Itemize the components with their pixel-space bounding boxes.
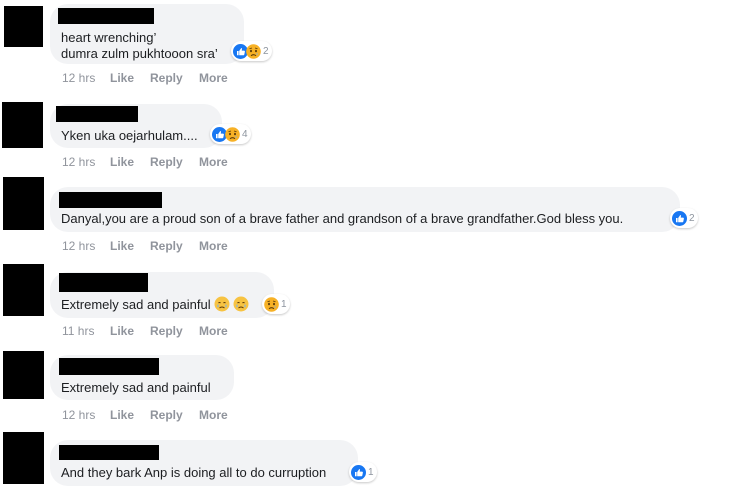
- comment-text: Extremely sad and painful: [61, 297, 211, 312]
- comment-bubble: And they bark Anp is doing all to do cur…: [50, 440, 358, 486]
- redacted-author-name[interactable]: [59, 273, 148, 292]
- redacted-author-name[interactable]: [59, 358, 159, 375]
- like-button[interactable]: Like: [110, 71, 134, 85]
- reaction-summary[interactable]: 2: [231, 41, 272, 61]
- comment-bubble: Yken uka oejarhulam....: [50, 104, 222, 148]
- comment-text-line-2: dumra zulm pukhtooon sra’: [61, 46, 218, 61]
- comment-text-line-1: Danyal,you are a proud son of a brave fa…: [61, 211, 624, 226]
- timestamp[interactable]: 11 hrs: [62, 324, 94, 338]
- sad-icon: [264, 296, 279, 312]
- avatar[interactable]: [3, 351, 44, 399]
- timestamp[interactable]: 12 hrs: [62, 408, 95, 422]
- reaction-summary[interactable]: 4: [210, 124, 251, 144]
- comment-bubble: Danyal,you are a proud son of a brave fa…: [50, 187, 680, 232]
- reply-button[interactable]: Reply: [150, 324, 183, 338]
- reaction-count: 2: [263, 45, 269, 57]
- more-button[interactable]: More: [199, 155, 228, 169]
- reply-button[interactable]: Reply: [150, 408, 183, 422]
- reaction-count: 2: [689, 212, 695, 224]
- redacted-author-name[interactable]: [58, 8, 154, 24]
- reply-button[interactable]: Reply: [150, 239, 183, 253]
- like-button[interactable]: Like: [110, 324, 134, 338]
- comment-bubble: Extremely sad and painful: [50, 355, 234, 400]
- reaction-count: 4: [242, 128, 248, 140]
- crying-face-icon: [213, 296, 230, 312]
- comment-bubble: heart wrenching’ dumra zulm pukhtooon sr…: [50, 4, 244, 64]
- comment-text-line-1: Extremely sad and painful: [61, 296, 249, 313]
- crying-face-icon: [232, 296, 249, 312]
- like-button[interactable]: Like: [110, 408, 134, 422]
- comment-text-line-1: heart wrenching’: [61, 30, 157, 45]
- reaction-count: 1: [281, 298, 287, 310]
- more-button[interactable]: More: [199, 408, 228, 422]
- timestamp[interactable]: 12 hrs: [62, 155, 95, 169]
- timestamp[interactable]: 12 hrs: [62, 239, 95, 253]
- like-button[interactable]: Like: [110, 155, 134, 169]
- more-button[interactable]: More: [199, 239, 228, 253]
- reaction-summary[interactable]: 1: [349, 462, 377, 482]
- sad-icon: [246, 43, 261, 59]
- reaction-count: 1: [368, 466, 374, 478]
- sad-icon: [225, 126, 240, 142]
- redacted-author-name[interactable]: [59, 192, 162, 208]
- reply-button[interactable]: Reply: [150, 155, 183, 169]
- more-button[interactable]: More: [199, 71, 228, 85]
- avatar[interactable]: [3, 264, 44, 316]
- avatar[interactable]: [2, 102, 43, 148]
- redacted-author-name[interactable]: [56, 106, 138, 122]
- reply-button[interactable]: Reply: [150, 71, 183, 85]
- comment-text-line-1: And they bark Anp is doing all to do cur…: [61, 465, 327, 480]
- more-button[interactable]: More: [199, 324, 228, 338]
- comment-text-line-1: Yken uka oejarhulam....: [61, 128, 198, 143]
- comment-text-line-1: Extremely sad and painful: [61, 380, 211, 395]
- like-icon: [351, 464, 366, 480]
- avatar[interactable]: [4, 6, 43, 47]
- like-button[interactable]: Like: [110, 239, 134, 253]
- reaction-summary[interactable]: 2: [670, 208, 698, 228]
- redacted-author-name[interactable]: [59, 445, 159, 460]
- timestamp[interactable]: 12 hrs: [62, 71, 95, 85]
- avatar[interactable]: [3, 432, 44, 484]
- reaction-summary[interactable]: 1: [262, 294, 290, 314]
- avatar[interactable]: [3, 177, 44, 230]
- comment-bubble: Extremely sad and painful: [50, 272, 274, 318]
- like-icon: [672, 210, 687, 226]
